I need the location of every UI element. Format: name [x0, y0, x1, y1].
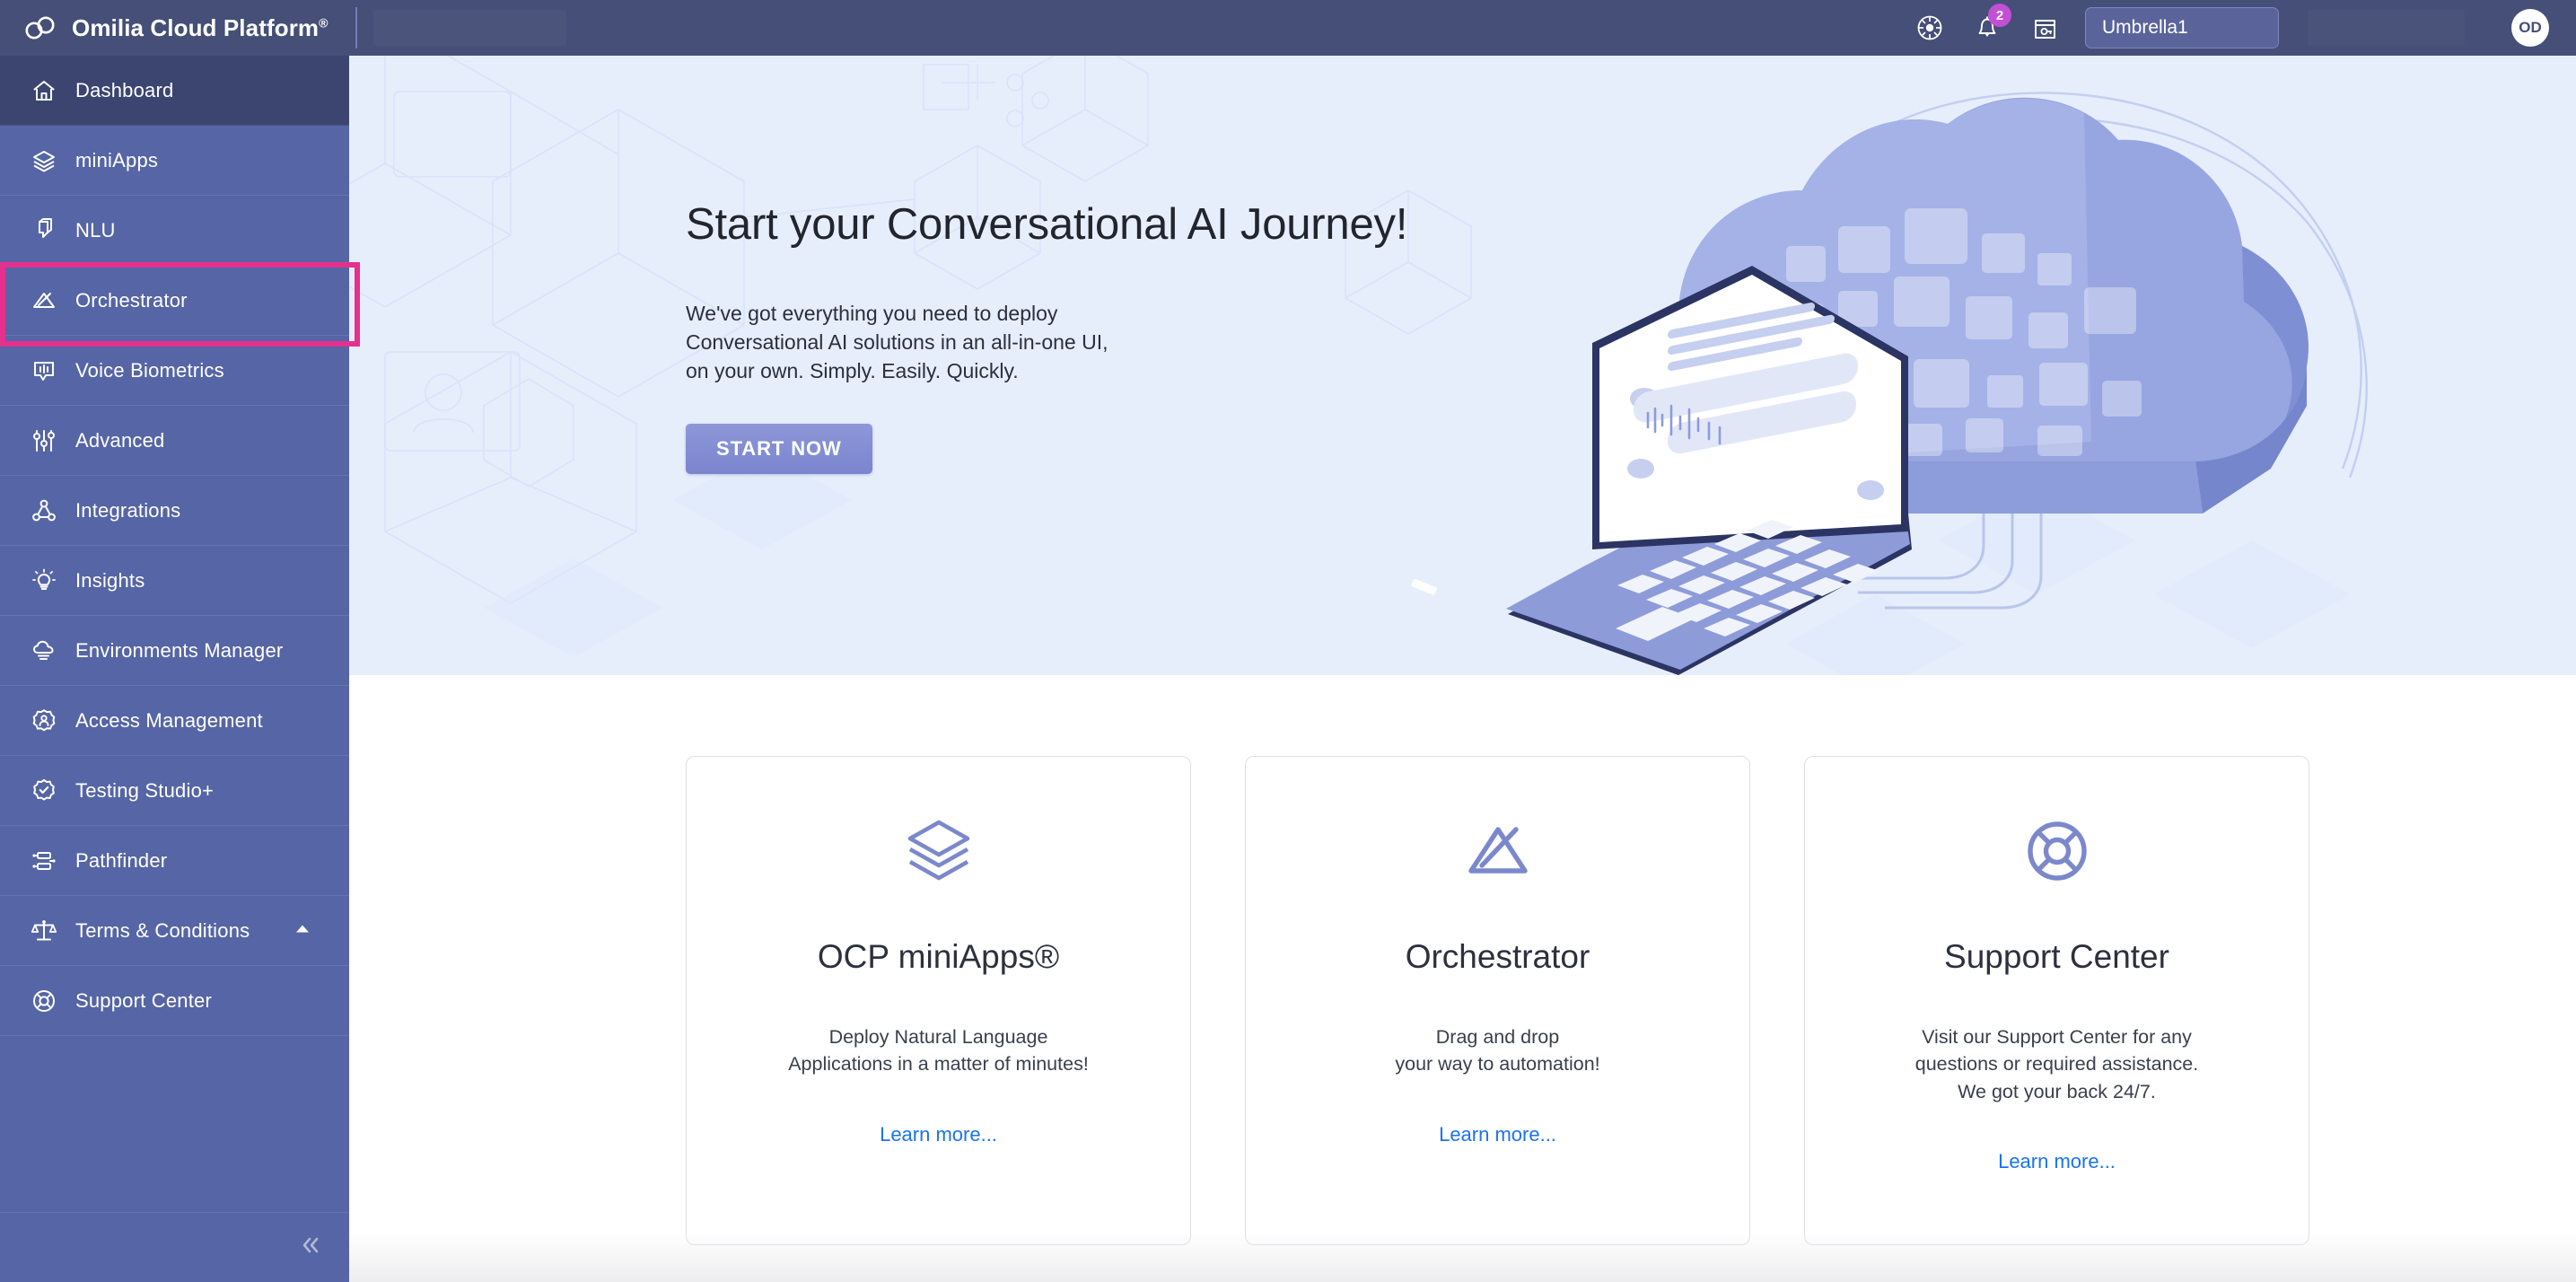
- notifications-bell-icon[interactable]: 2: [1972, 4, 2011, 43]
- sidebar-item-label: Testing Studio+: [75, 778, 215, 802]
- sidebar-item-label: Pathfinder: [75, 848, 168, 872]
- theme-icon[interactable]: [1914, 13, 1945, 43]
- sidebar-item-pathfinder[interactable]: Pathfinder: [0, 826, 349, 896]
- sidebar-item-label: Support Center: [75, 988, 212, 1012]
- learn-more-link[interactable]: Learn more...: [880, 1123, 997, 1146]
- voice-waveform-icon: [25, 352, 63, 390]
- card-description: Drag and drop your way to automation!: [1395, 1023, 1599, 1078]
- card-title: Support Center: [1944, 938, 2169, 975]
- card-description-line-1: Deploy Natural Language: [828, 1025, 1048, 1048]
- chevron-up-icon[interactable]: [294, 922, 311, 939]
- learn-more-link[interactable]: Learn more...: [1998, 1150, 2116, 1173]
- sidebar-item-integrations[interactable]: Integrations: [0, 476, 349, 546]
- hero-title: Start your Conversational AI Journey!: [686, 200, 1408, 249]
- orchestrator-icon: [25, 282, 63, 320]
- sidebar-item-label: miniApps: [75, 148, 159, 171]
- sidebar-item-label: Dashboard: [75, 78, 174, 101]
- double-chevron-left-icon: [297, 1234, 324, 1260]
- sidebar-item-label: Orchestrator: [75, 288, 188, 312]
- sidebar-item-terms-and-conditions[interactable]: Terms & Conditions: [0, 896, 349, 966]
- card-description-line-2: Applications in a matter of minutes!: [788, 1053, 1089, 1076]
- sidebar-item-label: Voice Biometrics: [75, 358, 224, 382]
- hero-subtitle-line-2: Conversational AI solutions in an all-in…: [686, 329, 1108, 354]
- sidebar-item-label: Environments Manager: [75, 638, 284, 662]
- hero-subtitle-line-1: We've got everything you need to deploy: [686, 302, 1058, 325]
- layers-icon: [25, 142, 63, 180]
- avatar[interactable]: OD: [2511, 9, 2549, 47]
- card-title: OCP miniApps®: [817, 938, 1060, 975]
- start-now-button[interactable]: START NOW: [686, 423, 872, 474]
- cloud-stack-icon: [25, 632, 63, 670]
- header-placeholder-block: [373, 10, 566, 46]
- lifebuoy-icon: [2021, 812, 2093, 890]
- lifebuoy-icon: [25, 982, 63, 1020]
- integrations-node-icon: [25, 492, 63, 530]
- header-placeholder-block-2: [2308, 10, 2465, 46]
- tenant-selector[interactable]: Umbrella1: [2085, 7, 2279, 48]
- sidebar-item-nlu[interactable]: NLU: [0, 196, 349, 266]
- sidebar-collapse-toggle[interactable]: [0, 1212, 349, 1282]
- card-description-line-1: Drag and drop: [1435, 1025, 1560, 1048]
- header-icon-group: 2: [1914, 4, 2060, 43]
- tenant-selector-value: Umbrella1: [2102, 17, 2188, 38]
- card-description-line-1: Visit our Support Center for any: [1922, 1025, 2192, 1048]
- trademark-symbol: ®: [319, 14, 329, 30]
- brand-title: Omilia Cloud Platform®: [72, 13, 329, 41]
- card-description: Visit our Support Center for any questio…: [1915, 1023, 2199, 1106]
- gear-user-icon: [25, 702, 63, 740]
- card-title: Orchestrator: [1405, 938, 1590, 975]
- feature-cards: OCP miniApps® Deploy Natural Language Ap…: [686, 675, 2576, 1245]
- lightbulb-icon: [25, 562, 63, 600]
- pathfinder-flow-icon: [25, 842, 63, 880]
- sidebar-item-support-center[interactable]: Support Center: [0, 966, 349, 1036]
- api-key-note-icon[interactable]: [2029, 13, 2060, 43]
- layers-stack-icon: [903, 812, 975, 890]
- card-orchestrator[interactable]: Orchestrator Drag and drop your way to a…: [1245, 756, 1750, 1245]
- nlu-chat-icon: [25, 212, 63, 250]
- sidebar-item-dashboard[interactable]: Dashboard: [0, 56, 349, 126]
- sidebar-item-access-management[interactable]: Access Management: [0, 686, 349, 756]
- sidebar-item-testing-studio[interactable]: Testing Studio+: [0, 756, 349, 826]
- hero-copy: Start your Conversational AI Journey! We…: [686, 199, 1407, 474]
- cloud-logo-icon: [23, 10, 59, 46]
- sidebar-item-label: Access Management: [75, 708, 263, 732]
- card-description-line-2: your way to automation!: [1395, 1053, 1600, 1076]
- sidebar-item-miniapps[interactable]: miniApps: [0, 126, 349, 196]
- hero-subtitle-line-3: on your own. Simply. Easily. Quickly.: [686, 358, 1019, 382]
- card-ocp-miniapps[interactable]: OCP miniApps® Deploy Natural Language Ap…: [686, 756, 1191, 1245]
- main-content: Start your Conversational AI Journey! We…: [349, 56, 2576, 1282]
- card-description-line-3: We got your back 24/7.: [1958, 1080, 2156, 1102]
- hero-subtitle: We've got everything you need to deploy …: [686, 300, 1407, 386]
- sidebar-item-advanced[interactable]: Advanced: [0, 406, 349, 476]
- card-description: Deploy Natural Language Applications in …: [788, 1023, 1089, 1078]
- hero-banner: Start your Conversational AI Journey! We…: [349, 56, 2576, 675]
- sidebar-item-label: Integrations: [75, 498, 181, 522]
- badge-check-icon: [25, 772, 63, 810]
- sidebar-item-environments-manager[interactable]: Environments Manager: [0, 616, 349, 686]
- orchestrator-icon: [1462, 812, 1534, 890]
- learn-more-link[interactable]: Learn more...: [1439, 1123, 1556, 1146]
- sidebar-item-orchestrator[interactable]: Orchestrator: [0, 262, 360, 347]
- sidebar-item-label: NLU: [75, 218, 116, 241]
- sidebar-item-label: Terms & Conditions: [75, 918, 250, 942]
- card-description-line-2: questions or required assistance.: [1914, 1053, 2199, 1076]
- top-header-bar: Omilia Cloud Platform® 2 Umbrella1 OD: [0, 0, 2576, 56]
- sidebar-navigation: Dashboard miniApps NLU Orchestrator Voic…: [0, 56, 360, 1282]
- home-icon: [25, 72, 63, 110]
- brand: Omilia Cloud Platform®: [0, 10, 350, 46]
- sidebar-item-insights[interactable]: Insights: [0, 546, 349, 616]
- sidebar-item-label: Advanced: [75, 428, 165, 452]
- header-divider: [355, 7, 357, 48]
- cloud-laptop-isometric-illustration: [1411, 92, 2368, 675]
- notification-count-badge: 2: [1988, 4, 2011, 27]
- card-support-center[interactable]: Support Center Visit our Support Center …: [1804, 756, 2309, 1245]
- sidebar-item-label: Insights: [75, 568, 145, 592]
- sidebar-item-voice-biometrics[interactable]: Voice Biometrics: [0, 336, 349, 406]
- sliders-icon: [25, 422, 63, 460]
- scales-icon: [25, 912, 63, 950]
